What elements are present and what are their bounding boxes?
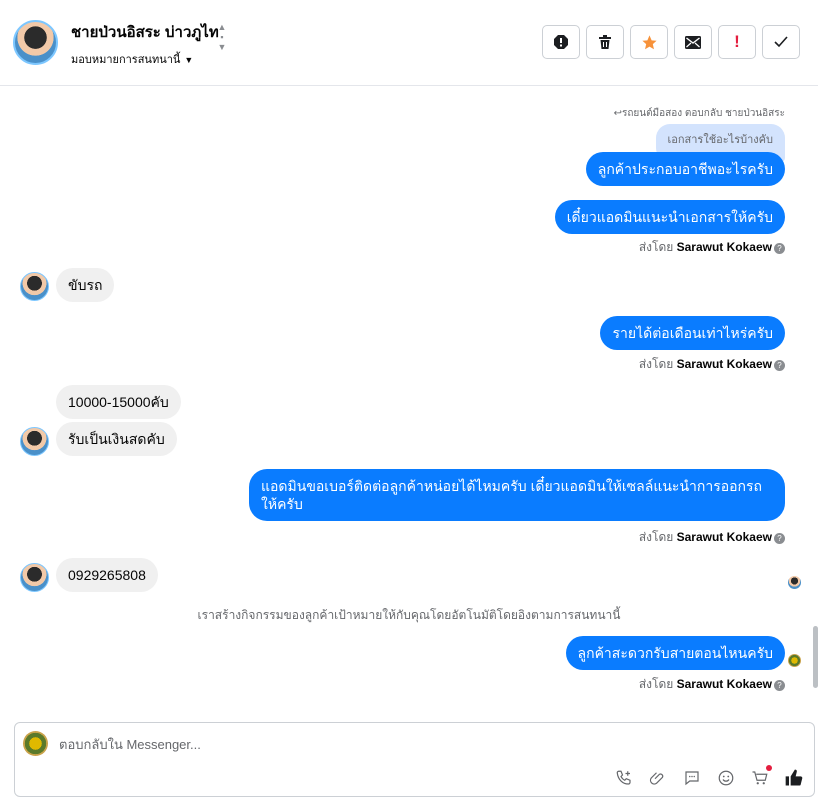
sent-by-label: ส่งโดย Sarawut Kokaew? <box>639 238 785 257</box>
notification-dot <box>766 765 772 771</box>
star-button[interactable] <box>630 25 668 59</box>
like-icon[interactable] <box>784 768 804 788</box>
caret-down-icon: ▼ <box>184 55 194 65</box>
sent-by-prefix: ส่งโดย <box>638 530 674 544</box>
contact-avatar-small[interactable] <box>20 563 49 592</box>
page-avatar <box>23 731 48 756</box>
seen-receipt-avatar <box>788 576 801 589</box>
help-icon[interactable]: ? <box>774 360 785 371</box>
outgoing-message[interactable]: ลูกค้าประกอบอาชีพอะไรครับ <box>585 152 785 186</box>
contact-avatar-small[interactable] <box>20 427 49 456</box>
phone-add-icon[interactable] <box>614 768 634 788</box>
outgoing-message[interactable]: ลูกค้าสะดวกรับสายตอนไหนครับ <box>565 636 785 670</box>
page-seen-avatar <box>788 654 801 667</box>
outgoing-message[interactable]: รายได้ต่อเดือนเท่าไหร่ครับ <box>600 316 785 350</box>
assign-label: มอบหมายการสนทนานี้ <box>71 54 181 66</box>
attachment-icon[interactable] <box>648 768 668 788</box>
saved-reply-icon[interactable] <box>682 768 702 788</box>
conversation-header: ชายป่วนอิสระ บ่าวภูไท มอบหมายการสนทนานี้… <box>0 0 818 86</box>
mark-important-button[interactable]: ! <box>718 25 756 59</box>
incoming-message[interactable]: รับเป็นเงินสดคับ <box>56 422 177 456</box>
contact-name[interactable]: ชายป่วนอิสระ บ่าวภูไท <box>71 20 219 44</box>
scroll-thumb[interactable] <box>813 626 818 688</box>
assign-conversation-dropdown[interactable]: มอบหมายการสนทนานี้ ▼ <box>71 50 193 68</box>
help-icon[interactable]: ? <box>774 243 785 254</box>
sent-by-label: ส่งโดย Sarawut Kokaew? <box>639 528 785 547</box>
incoming-message[interactable]: 0929265808 <box>56 558 158 592</box>
sent-by-prefix: ส่งโดย <box>638 357 674 371</box>
incoming-message[interactable]: 10000-15000คับ <box>56 385 181 419</box>
help-icon[interactable]: ? <box>774 533 785 544</box>
mark-done-button[interactable] <box>762 25 800 59</box>
sort-arrows-icon[interactable]: ▲ ▪ ▼ <box>216 22 228 62</box>
mark-unread-button[interactable] <box>674 25 712 59</box>
sender-name: Sarawut Kokaew <box>676 240 772 254</box>
reply-input[interactable] <box>59 737 579 752</box>
spam-icon <box>554 35 568 49</box>
sent-by-prefix: ส่งโดย <box>638 240 674 254</box>
sent-by-prefix: ส่งโดย <box>638 677 674 691</box>
star-icon <box>641 34 657 49</box>
composer-tools <box>614 765 804 788</box>
sender-name: Sarawut Kokaew <box>676 677 772 691</box>
reply-context: ↩รถยนต์มือสอง ตอบกลับ ชายป่วนอิสระ <box>613 108 785 119</box>
trash-icon <box>599 35 611 49</box>
sender-name: Sarawut Kokaew <box>676 530 772 544</box>
delete-button[interactable] <box>586 25 624 59</box>
mail-icon <box>685 35 701 49</box>
help-icon[interactable]: ? <box>774 680 785 691</box>
message-thread: ↩รถยนต์มือสอง ตอบกลับ ชายป่วนอิสระ เอกสา… <box>0 86 818 714</box>
emoji-icon[interactable] <box>716 768 736 788</box>
contact-avatar[interactable] <box>13 20 58 65</box>
incoming-message[interactable]: ขับรถ <box>56 268 115 302</box>
outgoing-message[interactable]: แอดมินขอเบอร์ติดต่อลูกค้าหน่อยได้ไหมครับ… <box>249 469 785 521</box>
header-actions: ! <box>542 25 800 59</box>
reply-composer <box>14 722 815 797</box>
outgoing-message[interactable]: เดี๋ยวแอดมินแนะนำเอกสารให้ครับ <box>554 200 785 234</box>
sender-name: Sarawut Kokaew <box>676 357 772 371</box>
scrollbar[interactable] <box>813 86 818 714</box>
check-icon <box>774 36 788 48</box>
system-note: เราสร้างกิจกรรมของลูกค้าเป้าหมายให้กับคุ… <box>197 608 621 622</box>
sent-by-label: ส่งโดย Sarawut Kokaew? <box>639 355 785 374</box>
exclamation-icon: ! <box>734 32 740 51</box>
contact-avatar-small[interactable] <box>20 272 49 301</box>
mark-spam-button[interactable] <box>542 25 580 59</box>
sent-by-label: ส่งโดย Sarawut Kokaew? <box>639 675 785 694</box>
cart-icon[interactable] <box>750 765 772 788</box>
